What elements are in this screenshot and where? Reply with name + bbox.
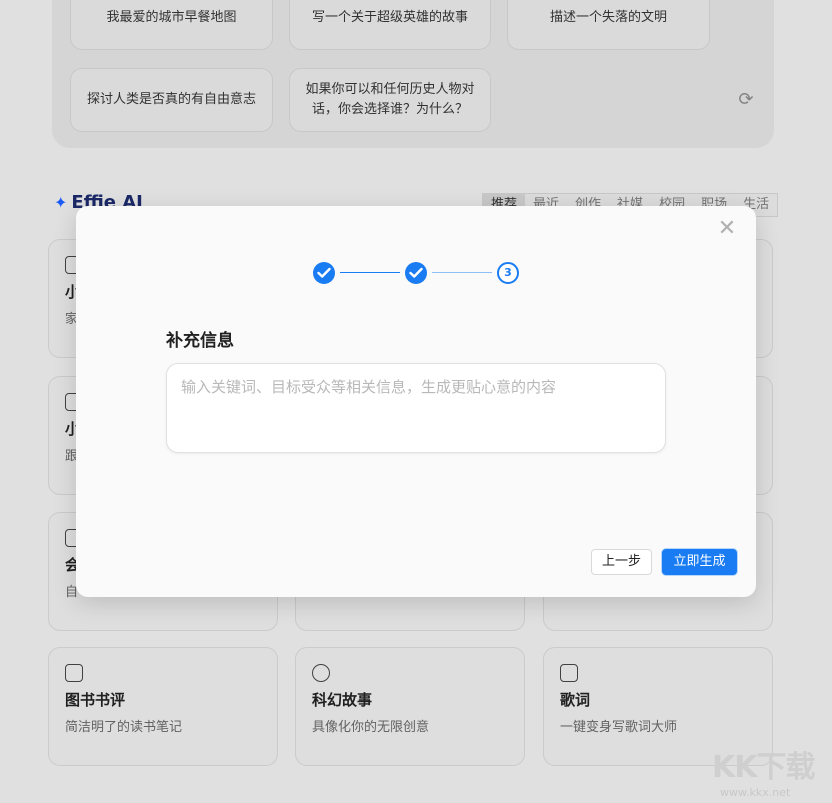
step-3-current: 3: [497, 262, 519, 284]
step-connector: [432, 272, 492, 273]
watermark-logo: KK下载: [712, 742, 815, 786]
step-connector: [340, 272, 400, 273]
generate-button[interactable]: 立即生成: [662, 549, 737, 575]
section-title: 补充信息: [166, 326, 234, 351]
watermark-url: www.kkx.net: [720, 786, 790, 799]
check-icon: [317, 267, 331, 279]
step-2-done: [405, 262, 427, 284]
supplement-info-dialog: ✕ 3 补充信息 上一步 立即生成: [76, 206, 756, 597]
prev-step-button[interactable]: 上一步: [591, 549, 652, 575]
close-icon[interactable]: ✕: [716, 218, 738, 240]
supplement-info-input[interactable]: [166, 363, 666, 453]
check-icon: [409, 267, 423, 279]
step-1-done: [313, 262, 335, 284]
